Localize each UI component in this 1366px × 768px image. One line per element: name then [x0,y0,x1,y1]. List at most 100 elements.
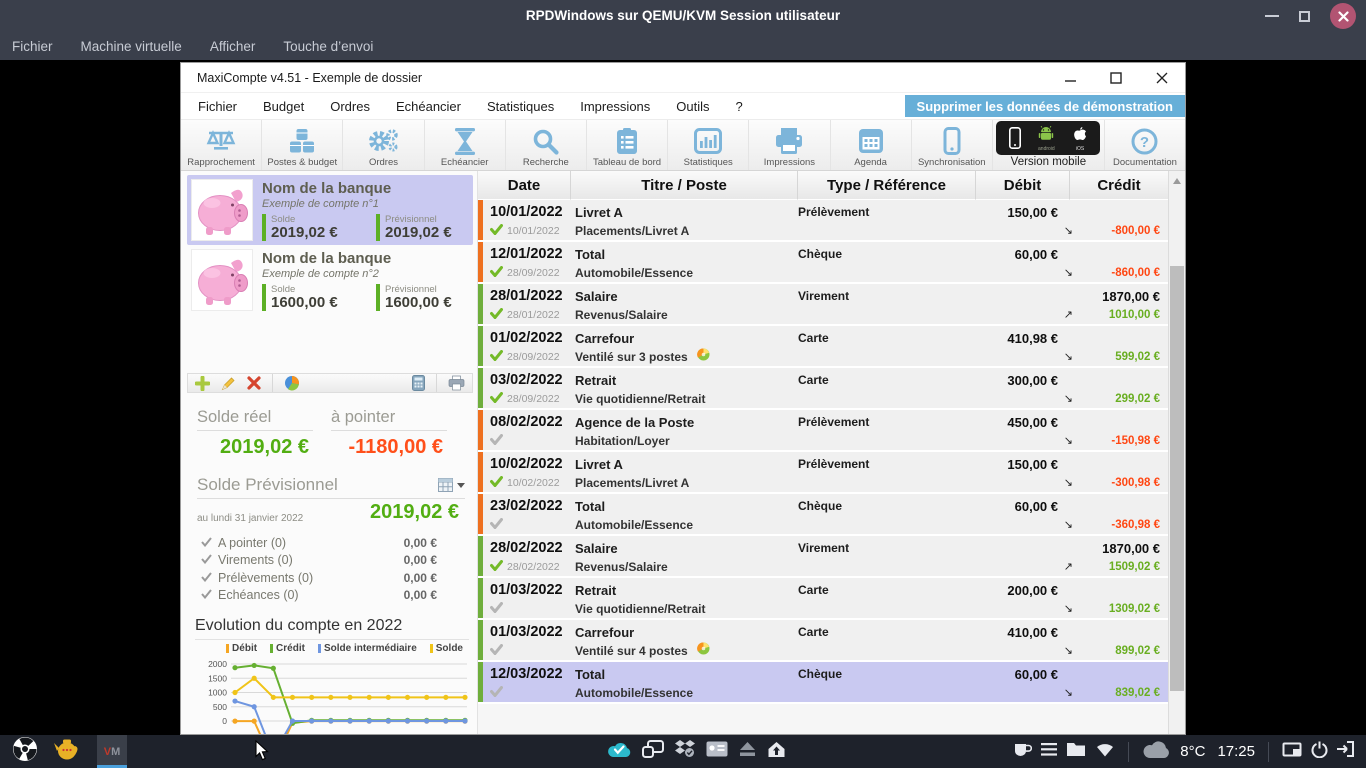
toolbar-agenda[interactable]: Agenda [831,120,912,170]
transaction-row[interactable]: 28/01/2022 28/01/2022 Salaire Revenus/Sa… [478,284,1168,326]
transaction-row[interactable]: 01/03/2022 Carrefour Ventilé sur 4 poste… [478,620,1168,662]
table-scrollbar[interactable] [1168,171,1185,734]
transaction-poste: Ventilé sur 4 postes [575,644,798,658]
eject-tray-icon[interactable] [739,741,756,762]
vm-menu-afficher[interactable]: Afficher [210,39,256,54]
transaction-row[interactable]: 03/02/2022 28/09/2022 Retrait Vie quotid… [478,368,1168,410]
dropbox-tray-icon[interactable] [675,740,695,763]
column-header-titre[interactable]: Titre / Poste [571,171,798,200]
delete-demo-data-button[interactable]: Supprimer les données de démonstration [905,95,1185,117]
contact-card-tray-icon[interactable] [706,741,728,762]
vm-menu-machine-virtuelle[interactable]: Machine virtuelle [81,39,182,54]
pointed-check-icon[interactable] [490,516,503,534]
menu-statistiques[interactable]: Statistiques [474,99,567,114]
account-item-1[interactable]: Nom de la banque Exemple de compte n°1 S… [187,175,473,245]
add-account-button[interactable] [195,376,210,391]
transaction-row[interactable]: 28/02/2022 28/02/2022 Salaire Revenus/Sa… [478,536,1168,578]
transaction-row[interactable]: 10/01/2022 10/01/2022 Livret A Placement… [478,200,1168,242]
toolbar-ordres[interactable]: Ordres [343,120,424,170]
menu-echeancier[interactable]: Echéancier [383,99,474,114]
transaction-date: 01/03/2022 [490,582,571,598]
column-header-debit[interactable]: Débit [976,171,1070,200]
wifi-tray-icon[interactable] [1095,742,1115,762]
vm-maximize-button[interactable] [1299,11,1310,22]
toolbar-synchronisation[interactable]: Synchronisation [912,120,993,170]
transaction-row[interactable]: 01/02/2022 28/09/2022 Carrefour Ventilé … [478,326,1168,368]
clock-label[interactable]: 17:25 [1217,743,1255,760]
pointed-check-icon[interactable] [490,474,503,492]
transaction-row[interactable]: 23/02/2022 Total Automobile/Essence [478,494,1168,536]
vm-desktop: MaxiCompte v4.51 - Exemple de dossier Fi… [0,60,1366,735]
scrollbar-thumb[interactable] [1170,266,1184,691]
cloud-sync-tray-icon[interactable] [607,741,631,763]
pointed-check-icon[interactable] [490,390,503,408]
app-maximize-button[interactable] [1093,63,1139,93]
pointed-check-icon[interactable] [490,684,503,702]
power-icon[interactable] [1311,741,1328,763]
toolbar-postes-budget[interactable]: Postes & budget [262,120,343,170]
app-close-button[interactable] [1139,63,1185,93]
transaction-row[interactable]: 01/03/2022 Retrait Vie quotidienne/Retra… [478,578,1168,620]
utilities-teapot-icon[interactable] [54,738,81,765]
print-button[interactable] [448,375,465,391]
menu-impressions[interactable]: Impressions [567,99,663,114]
vm-menu-fichier[interactable]: Fichier [12,39,53,54]
app-minimize-button[interactable] [1047,63,1093,93]
repartition-button[interactable] [284,375,300,391]
logout-icon[interactable] [1337,741,1354,762]
toolbar-echeancier[interactable]: Echéancier [425,120,506,170]
toolbar-version-mobile[interactable]: android iOS Version mobile [993,120,1105,170]
app-launcher-icon[interactable] [12,736,38,767]
toolbar-tableau-de-bord[interactable]: Tableau de bord [587,120,668,170]
transaction-row[interactable]: 08/02/2022 Agence de la Poste Habitation… [478,410,1168,452]
app-menubar: Fichier Budget Ordres Echéancier Statist… [181,93,1185,119]
temperature-label[interactable]: 8°C [1180,743,1205,760]
toolbar-recherche[interactable]: Recherche [506,120,587,170]
home-upload-tray-icon[interactable] [767,741,786,763]
menu-aide[interactable]: ? [723,99,756,114]
delete-account-button[interactable] [247,376,261,390]
menu-ordres[interactable]: Ordres [317,99,383,114]
account-item-2[interactable]: Nom de la banque Exemple de compte n°2 S… [187,245,473,315]
pointed-check-icon[interactable] [490,264,503,282]
column-header-type[interactable]: Type / Référence [798,171,976,200]
vm-minimize-button[interactable] [1265,15,1279,17]
vm-close-button[interactable] [1330,3,1356,29]
pointed-check-icon[interactable] [490,306,503,324]
calculator-button[interactable] [412,375,425,391]
transaction-row[interactable]: 10/02/2022 10/02/2022 Livret A Placement… [478,452,1168,494]
toolbar-rapprochement[interactable]: Rapprochement [181,120,262,170]
weather-cloud-icon[interactable] [1142,740,1171,764]
virt-manager-taskbar-item[interactable]: VM [97,735,127,768]
row-status-bar [478,410,483,450]
transaction-row[interactable]: 12/01/2022 28/09/2022 Total Automobile/E… [478,242,1168,284]
column-header-date[interactable]: Date [478,171,571,200]
pointed-check-icon[interactable] [490,222,503,240]
toolbar-documentation[interactable]: ? Documentation [1105,120,1185,170]
edit-account-button[interactable] [221,376,236,391]
pointed-date: 10/01/2022 [507,225,560,237]
svg-text:2000: 2000 [208,659,227,669]
pointed-check-icon[interactable] [490,348,503,366]
vm-window-title: RPDWindows sur QEMU/KVM Session utilisat… [0,0,1366,32]
displays-tray-icon[interactable] [642,740,664,763]
transaction-row[interactable]: 12/03/2022 Total Automobile/Essence [478,662,1168,704]
toolbar-impressions[interactable]: Impressions [749,120,830,170]
column-header-credit[interactable]: Crédit [1070,171,1168,200]
panel-settings-icon[interactable] [1282,742,1302,762]
scroll-up-arrow[interactable] [1173,178,1181,184]
app-titlebar[interactable]: MaxiCompte v4.51 - Exemple de dossier [181,63,1185,93]
menu-fichier[interactable]: Fichier [185,99,250,114]
files-tray-icon[interactable] [1066,741,1086,762]
vm-menu-touche-envoi[interactable]: Touche d’envoi [283,39,373,54]
coffee-tray-icon[interactable] [1014,742,1032,761]
pointed-check-icon[interactable] [490,642,503,660]
menu-outils[interactable]: Outils [663,99,722,114]
menu-tray-icon[interactable] [1041,743,1057,761]
menu-budget[interactable]: Budget [250,99,317,114]
date-picker-button[interactable] [438,478,465,492]
pointed-check-icon[interactable] [490,558,503,576]
pointed-check-icon[interactable] [490,432,503,450]
toolbar-statistiques[interactable]: Statistiques [668,120,749,170]
pointed-check-icon[interactable] [490,600,503,618]
